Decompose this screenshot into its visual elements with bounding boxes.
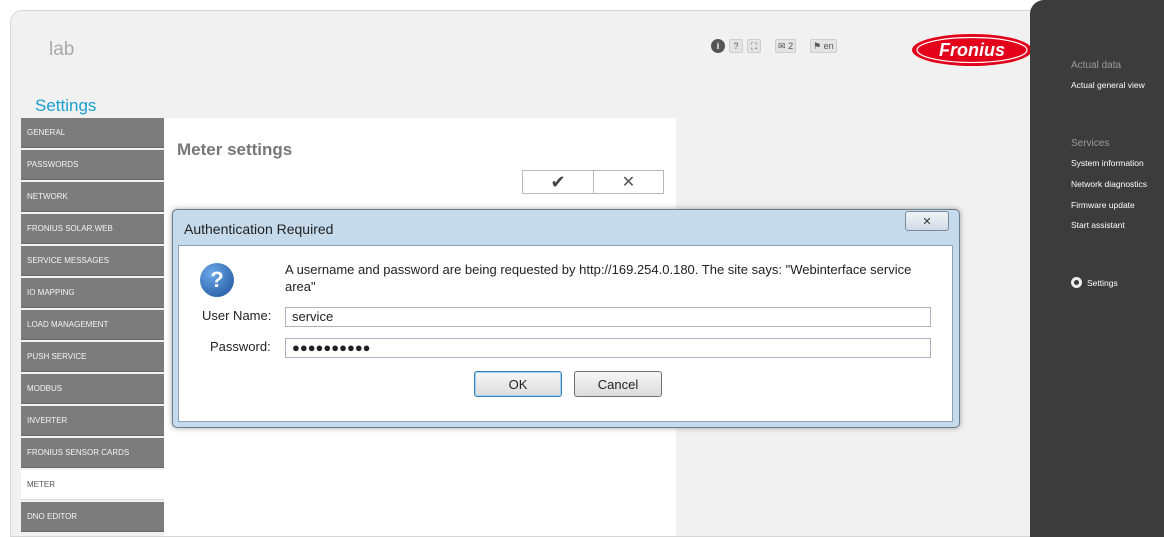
sidebar-item-io-mapping[interactable]: IO MAPPING bbox=[21, 278, 164, 308]
fullscreen-icon[interactable]: ⛶ bbox=[747, 39, 761, 53]
sidebar-item-load-management[interactable]: LOAD MANAGEMENT bbox=[21, 310, 164, 340]
password-label: Password: bbox=[210, 339, 271, 354]
sidebar-item-inverter[interactable]: INVERTER bbox=[21, 406, 164, 436]
messages-count: 2 bbox=[788, 41, 794, 51]
ok-button[interactable]: OK bbox=[474, 371, 562, 397]
auth-message: A username and password are being reques… bbox=[285, 262, 912, 294]
sidebar-item-push-service[interactable]: PUSH SERVICE bbox=[21, 342, 164, 372]
sidebar-item-solar-web[interactable]: FRONIUS SOLAR.WEB bbox=[21, 214, 164, 244]
dialog-title: Authentication Required bbox=[184, 221, 334, 237]
messages-button[interactable]: ✉ 2 bbox=[775, 39, 797, 53]
link-network-diagnostics[interactable]: Network diagnostics bbox=[1071, 179, 1147, 189]
dialog-body: ? A username and password are being requ… bbox=[178, 245, 953, 422]
language-code: en bbox=[823, 41, 834, 51]
sidebar-item-sensor-cards[interactable]: FRONIUS SENSOR CARDS bbox=[21, 438, 164, 468]
sidebar-item-modbus[interactable]: MODBUS bbox=[21, 374, 164, 404]
sidebar-item-meter[interactable]: METER bbox=[21, 470, 166, 500]
logo-text: Fronius bbox=[939, 40, 1005, 60]
sidebar-item-passwords[interactable]: PASSWORDS bbox=[21, 150, 164, 180]
checkmark-icon: ✔ bbox=[550, 171, 566, 192]
settings-label: Settings bbox=[1087, 277, 1118, 288]
settings-sidebar: GENERAL PASSWORDS NETWORK FRONIUS SOLAR.… bbox=[21, 118, 166, 534]
info-icon[interactable]: i bbox=[711, 39, 725, 53]
cancel-button[interactable]: Cancel bbox=[574, 371, 662, 397]
sidebar-item-service-messages[interactable]: SERVICE MESSAGES bbox=[21, 246, 164, 276]
section-actual-data: Actual data bbox=[1071, 60, 1122, 71]
link-settings[interactable]: Settings bbox=[1071, 277, 1118, 288]
site-name: lab bbox=[49, 39, 75, 60]
sidebar-item-network[interactable]: NETWORK bbox=[21, 182, 164, 212]
username-label: User Name: bbox=[202, 308, 272, 323]
sidebar-item-dno-editor[interactable]: DNO EDITOR bbox=[21, 502, 164, 532]
link-start-assistant[interactable]: Start assistant bbox=[1071, 220, 1125, 230]
sidebar-item-general[interactable]: GENERAL bbox=[21, 118, 164, 148]
close-icon: ✕ bbox=[621, 174, 636, 191]
username-input[interactable]: service bbox=[285, 307, 931, 327]
discard-button[interactable]: ✕ bbox=[594, 170, 664, 194]
auth-dialog: Authentication Required ✕ ? A username a… bbox=[172, 209, 960, 428]
confirm-button[interactable]: ✔ bbox=[522, 170, 594, 194]
password-input[interactable]: ●●●●●●●●●● bbox=[285, 338, 931, 358]
help-icon[interactable]: ? bbox=[729, 39, 743, 53]
page-title: Settings bbox=[35, 96, 97, 115]
link-system-information[interactable]: System information bbox=[1071, 158, 1144, 168]
language-button[interactable]: ⚑ en bbox=[810, 39, 837, 53]
gear-icon bbox=[1071, 277, 1082, 288]
link-firmware-update[interactable]: Firmware update bbox=[1071, 200, 1135, 210]
panel-title: Meter settings bbox=[177, 140, 293, 159]
link-actual-general-view[interactable]: Actual general view bbox=[1071, 80, 1145, 90]
header-toolbar: i ? ⛶ ✉ 2 ⚑ en bbox=[711, 39, 837, 53]
fronius-logo: Fronius bbox=[912, 34, 1032, 66]
flag-icon: ⚑ bbox=[813, 40, 822, 51]
question-icon: ? bbox=[200, 263, 234, 297]
dialog-close-button[interactable]: ✕ bbox=[905, 211, 949, 231]
section-services: Services bbox=[1071, 138, 1110, 149]
close-icon: ✕ bbox=[922, 215, 932, 228]
mail-icon: ✉ bbox=[778, 40, 786, 51]
